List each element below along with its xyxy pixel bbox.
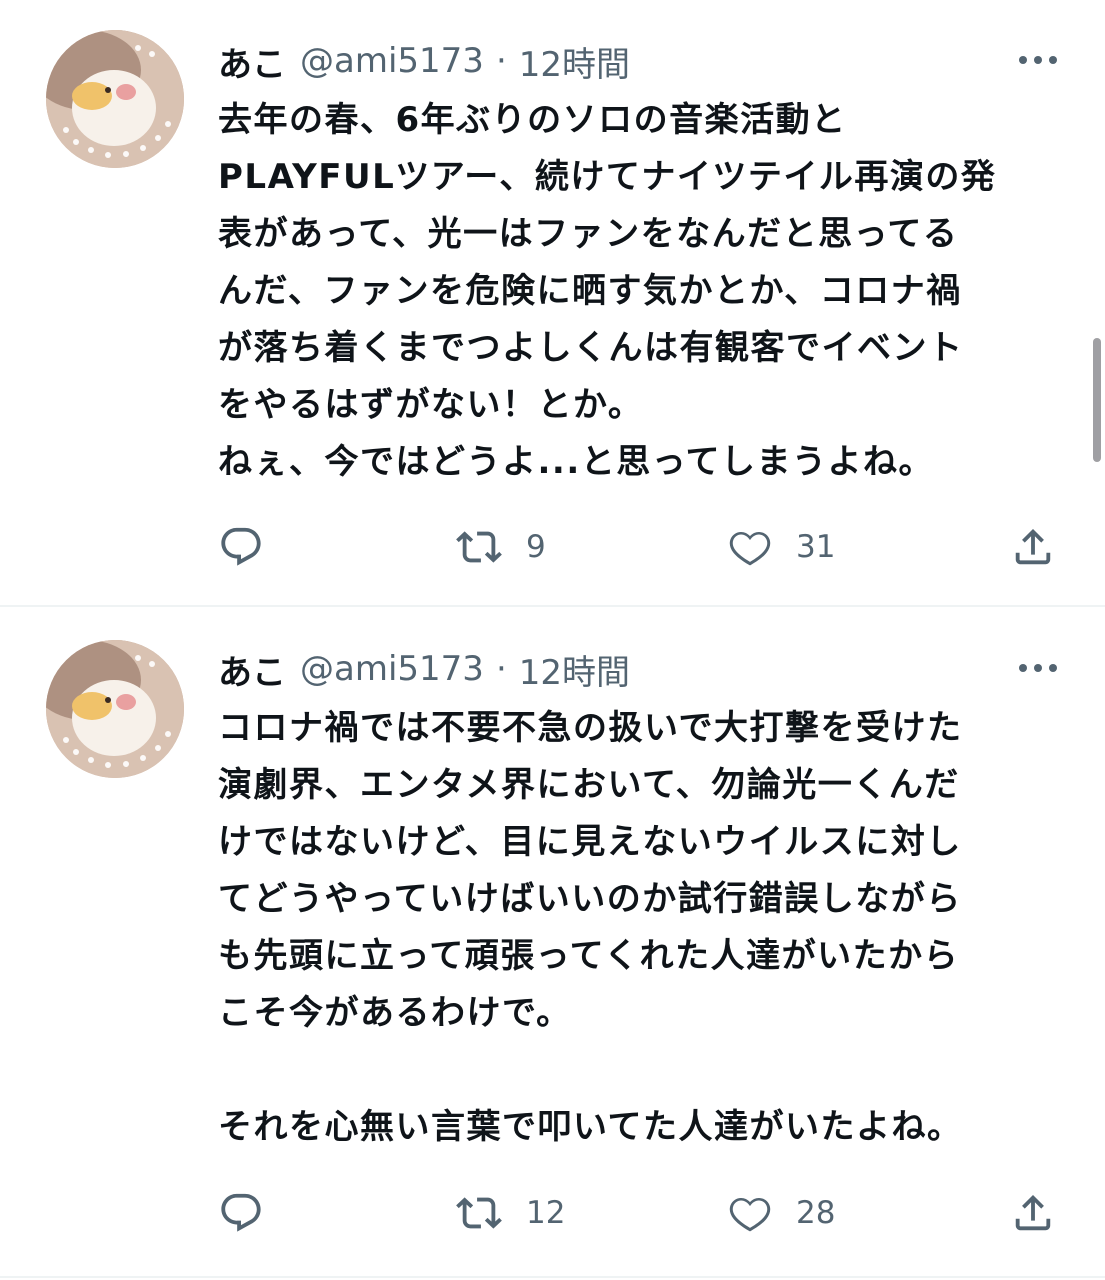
retweet-button[interactable]: 9 [454, 522, 546, 572]
avatar[interactable] [46, 30, 184, 168]
user-handle[interactable]: @ami5173 [300, 649, 484, 689]
tweet-text-line: けではないけど、目に見えないウイルスに対し [218, 822, 962, 862]
tweet-text-line: それを心無い言葉で叩いてた人達がいたよね。 [218, 1107, 963, 1147]
reply-icon [221, 527, 261, 566]
reply-icon [221, 1193, 261, 1232]
display-name[interactable]: あこ [218, 645, 286, 694]
timestamp[interactable]: 12時間 [519, 37, 630, 86]
tweet-text: 去年の春、6年ぶりのソロの音楽活動と PLAYFULツアー、続けてナイツテイル再… [218, 92, 1078, 491]
heart-icon [729, 531, 771, 566]
tweet-text-line: ねぇ、今ではどうよ...と思ってしまうよね。 [218, 442, 935, 482]
reply-button[interactable] [218, 1188, 264, 1238]
tweet-text-line: コロナ禍では不要不急の扱いで大打撃を受けた [218, 708, 963, 748]
user-handle[interactable]: @ami5173 [300, 41, 484, 81]
tweet-header: あこ @ami5173 · 12時間 [218, 37, 630, 86]
share-icon [1015, 1194, 1051, 1231]
more-dots-icon[interactable] [1013, 650, 1063, 686]
action-bar: 12 28 [218, 1188, 1068, 1238]
like-count: 31 [796, 529, 836, 565]
tweet-text-line: てどうやっていけばいいのか試行錯誤しながら [218, 879, 962, 919]
share-button[interactable] [1010, 522, 1056, 572]
tweet[interactable]: あこ @ami5173 · 12時間 去年の春、6年ぶりのソロの音楽活動と PL… [0, 0, 1105, 606]
scrollbar[interactable] [1093, 338, 1101, 462]
tweet-divider [0, 1276, 1105, 1278]
separator: · [495, 41, 507, 81]
like-count: 28 [796, 1195, 836, 1231]
more-dots-icon[interactable] [1013, 42, 1063, 78]
retweet-icon [456, 531, 502, 563]
retweet-count: 12 [526, 1195, 566, 1231]
share-icon [1015, 528, 1051, 565]
retweet-count: 9 [526, 529, 546, 565]
timestamp[interactable]: 12時間 [519, 645, 630, 694]
heart-icon [729, 1197, 771, 1232]
retweet-button[interactable]: 12 [454, 1188, 565, 1238]
share-button[interactable] [1010, 1188, 1056, 1238]
retweet-icon [456, 1197, 502, 1229]
reply-button[interactable] [218, 522, 264, 572]
like-button[interactable]: 31 [726, 522, 835, 572]
display-name[interactable]: あこ [218, 37, 286, 86]
action-bar: 9 31 [218, 522, 1068, 572]
tweet-text-line: こそ今があるわけで。 [218, 993, 572, 1033]
tweet-text-line: をやるはずがない！とか。 [218, 385, 644, 425]
tweet-text-line: も先頭に立って頑張ってくれた人達がいたから [218, 936, 960, 976]
tweet-text-line: 表があって、光一はファンをなんだと思ってる [218, 214, 959, 254]
tweet-header: あこ @ami5173 · 12時間 [218, 645, 630, 694]
like-button[interactable]: 28 [726, 1188, 835, 1238]
tweet-text-line: 去年の春、6年ぶりのソロの音楽活動と [218, 100, 847, 140]
tweet-text-line: が落ち着くまでつよしくんは有観客でイベント [218, 328, 964, 368]
tweet-text-line: んだ、ファンを危険に晒す気かとか、コロナ禍 [218, 271, 962, 311]
tweet-text-line: 演劇界、エンタメ界において、勿論光一くんだ [218, 765, 960, 805]
separator: · [495, 649, 507, 689]
tweet-text: コロナ禍では不要不急の扱いで大打撃を受けた 演劇界、エンタメ界において、勿論光一… [218, 700, 1078, 1156]
tweet-text-line [218, 1042, 1078, 1099]
avatar[interactable] [46, 640, 184, 778]
tweet-text-line: PLAYFULツアー、続けてナイツテイル再演の発 [218, 157, 997, 197]
tweet[interactable]: あこ @ami5173 · 12時間 コロナ禍では不要不急の扱いで大打撃を受けた… [0, 608, 1105, 1280]
tweet-divider [0, 605, 1105, 607]
